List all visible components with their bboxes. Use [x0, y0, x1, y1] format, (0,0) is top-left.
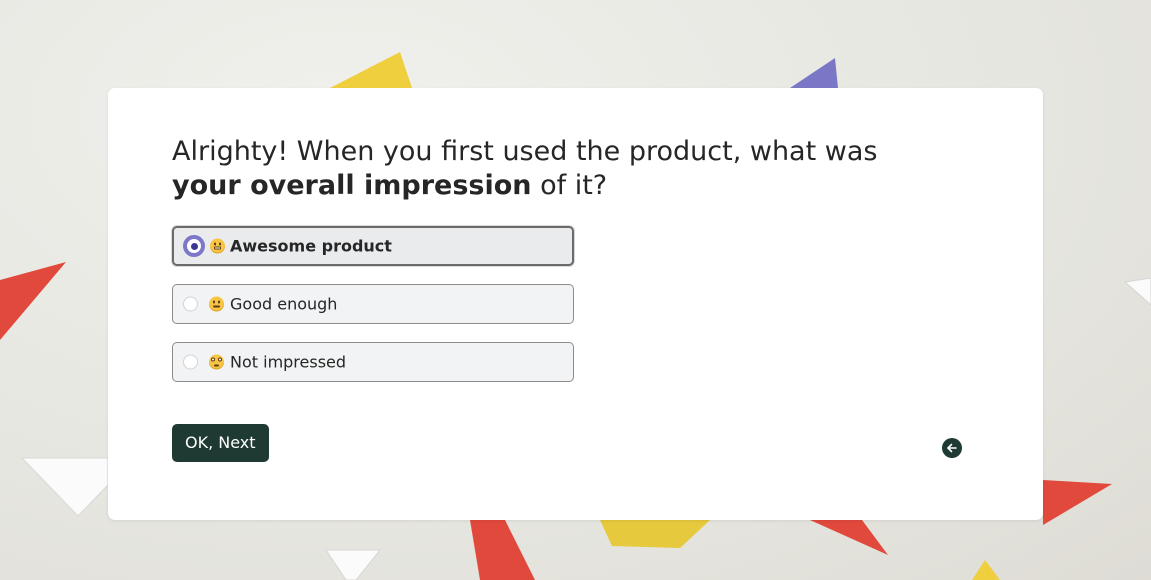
option-not-impressed[interactable]: Not impressed [172, 342, 574, 382]
radio-button[interactable] [183, 354, 198, 370]
survey-card: Alrighty! When you first used the produc… [108, 88, 1043, 520]
arrow-left-icon [947, 443, 957, 453]
option-label: Not impressed [230, 352, 347, 372]
question-prefix: Alrighty! When you first used the produc… [172, 136, 878, 167]
grinning-face-icon [210, 238, 225, 254]
back-button[interactable] [942, 438, 962, 458]
face-with-rolling-eyes-icon [209, 354, 224, 370]
option-label: Awesome product [230, 236, 392, 256]
option-good-enough[interactable]: Good enough [172, 284, 574, 324]
radio-button-selected[interactable] [183, 235, 205, 257]
radio-button[interactable] [183, 296, 198, 312]
question-suffix: of it? [531, 170, 608, 201]
ok-next-button[interactable]: OK, Next [172, 424, 269, 462]
option-awesome-product[interactable]: Awesome product [172, 226, 574, 266]
neutral-face-icon [209, 296, 224, 312]
option-label: Good enough [230, 294, 338, 314]
question-title: Alrighty! When you first used the produc… [172, 135, 952, 203]
question-emphasis: your overall impression [172, 170, 532, 201]
